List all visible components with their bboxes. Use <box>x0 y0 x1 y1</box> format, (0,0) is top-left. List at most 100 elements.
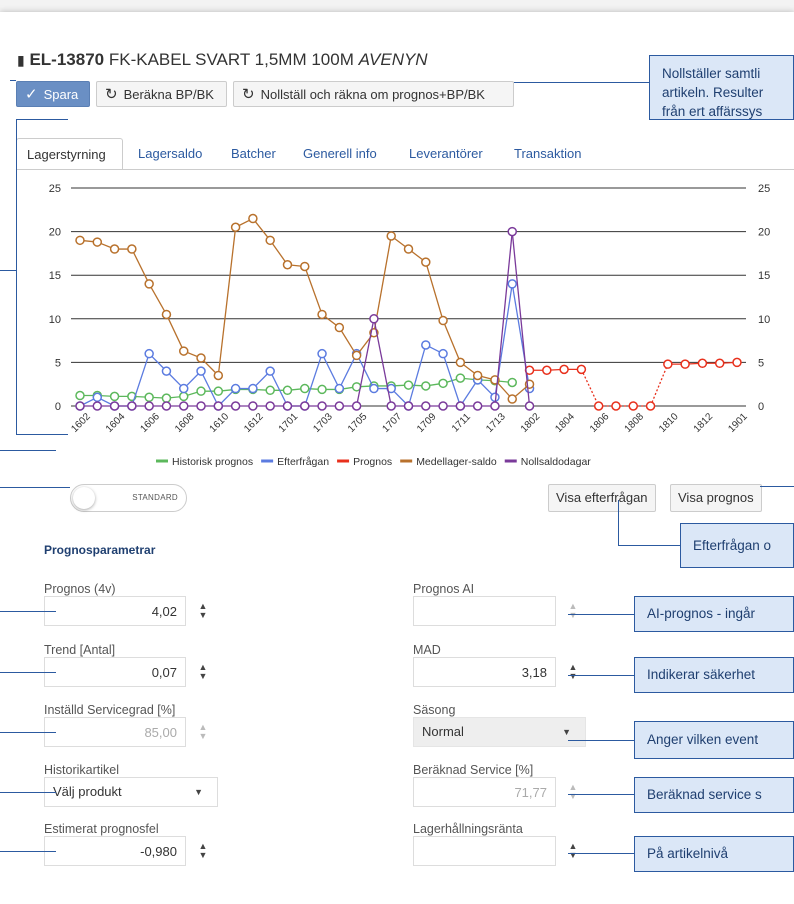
history-article-select[interactable]: Välj produkt ▼ <box>44 777 218 807</box>
tab-lagersaldo[interactable]: Lagersaldo <box>128 138 212 170</box>
series-segment <box>321 353 340 389</box>
ai-forecast-stepper[interactable]: ▲ ▼ <box>559 596 587 626</box>
callout-line <box>0 732 56 733</box>
callout-line <box>0 450 56 451</box>
mad-input[interactable]: 3,18 <box>413 657 556 687</box>
data-point <box>455 373 466 383</box>
y-tick-label-right: 15 <box>758 270 770 282</box>
service-level-stepper[interactable]: ▲ ▼ <box>189 717 217 747</box>
data-point <box>680 359 690 369</box>
data-point <box>507 279 517 289</box>
tab-batcher[interactable]: Batcher <box>221 138 286 170</box>
data-point <box>213 386 224 396</box>
x-tick-label: 1709 <box>415 411 439 435</box>
data-point <box>697 358 708 369</box>
service-level-input[interactable]: 85,00 <box>44 717 186 747</box>
calc-service-input[interactable]: 71,77 <box>413 777 556 807</box>
x-tick-label: 1608 <box>173 411 197 435</box>
data-point <box>109 401 120 411</box>
x-tick-label: 1701 <box>277 411 301 435</box>
data-point <box>127 401 137 411</box>
data-point <box>421 257 431 267</box>
legend-label: Historisk prognos <box>172 456 253 468</box>
callout-mad: Indikerar säkerhet <box>634 657 794 693</box>
data-point <box>300 383 310 394</box>
mad-label: MAD <box>413 643 441 657</box>
data-point <box>438 315 448 326</box>
data-point <box>196 401 206 411</box>
data-point <box>455 357 466 368</box>
y-tick-label-right: 5 <box>758 357 764 369</box>
tab-transaktion[interactable]: Transaktion <box>504 138 591 170</box>
refresh-icon: ↻ <box>105 86 118 103</box>
legend-label: Efterfrågan <box>277 456 329 468</box>
data-point <box>265 235 275 246</box>
x-tick-label: 1705 <box>346 411 370 435</box>
toggle-knob[interactable] <box>73 487 95 509</box>
data-point <box>334 401 345 411</box>
season-label: Säsong <box>413 703 456 717</box>
callout-line <box>618 545 680 546</box>
series-segment <box>165 314 185 352</box>
season-select[interactable]: Normal ▼ <box>413 717 586 747</box>
save-button[interactable]: ✓ Spara <box>16 81 90 107</box>
ai-forecast-input[interactable] <box>413 596 556 626</box>
data-point <box>127 244 137 254</box>
show-demand-button[interactable]: Visa efterfrågan <box>548 484 656 512</box>
data-point <box>403 380 414 390</box>
data-point <box>628 401 639 411</box>
y-tick-label-left: 25 <box>49 183 61 195</box>
tab-lagerstyrning[interactable]: Lagerstyrning <box>16 138 123 170</box>
history-article-label: Historikartikel <box>44 763 120 777</box>
stock-chart: 0 0 5 5 10 10 15 15 20 20 25 25 1602 1604 1606 1608 1610… <box>49 183 771 468</box>
series-segment <box>580 369 600 407</box>
callout-line <box>0 672 56 673</box>
series-segment <box>217 227 237 376</box>
calculate-bp-bk-button[interactable]: ↻ Beräkna BP/BK <box>96 81 227 107</box>
toggle-label: STANDARD <box>132 493 178 502</box>
article-brand: AVENYN <box>358 50 428 69</box>
calc-service-stepper[interactable]: ▲ ▼ <box>559 777 587 807</box>
tab-generell-info[interactable]: Generell info <box>293 138 387 170</box>
interest-rate-input[interactable] <box>413 836 556 866</box>
y-tick-label-right: 0 <box>758 401 764 413</box>
data-point <box>75 235 85 246</box>
trend-input[interactable]: 0,07 <box>44 657 186 687</box>
forecast-stepper[interactable]: ▲ ▼ <box>189 596 217 626</box>
data-point <box>75 390 85 401</box>
interest-rate-stepper[interactable]: ▲ ▼ <box>559 836 587 866</box>
data-point <box>196 386 206 396</box>
callout-line <box>16 119 68 120</box>
x-tick-label: 1901 <box>726 411 750 435</box>
x-tick-label: 1703 <box>311 411 335 435</box>
forecast-error-stepper[interactable]: ▲ ▼ <box>189 836 217 866</box>
forecast-error-input[interactable]: -0,980 <box>44 836 186 866</box>
reset-recalculate-button[interactable]: ↻ Nollställ och räkna om prognos+BP/BK <box>233 81 514 107</box>
data-point <box>317 309 327 320</box>
data-point <box>248 213 258 224</box>
data-point <box>213 370 224 381</box>
forecast-input[interactable]: 4,02 <box>44 596 186 626</box>
standard-toggle[interactable]: STANDARD <box>70 484 187 512</box>
data-point <box>109 244 120 254</box>
callout-reset-info: Nollställer samtli artikeln. Resulter fr… <box>649 55 794 120</box>
mad-stepper[interactable]: ▲ ▼ <box>559 657 587 687</box>
callout-line <box>0 270 16 271</box>
y-tick-label-left: 5 <box>55 357 61 369</box>
callout-ai: AI-prognos - ingår <box>634 596 794 632</box>
callout-season: Anger vilken event <box>634 721 794 759</box>
y-tick-label-left: 20 <box>49 227 61 239</box>
data-point <box>300 261 310 272</box>
series-segment <box>131 248 150 285</box>
trend-stepper[interactable]: ▲ ▼ <box>189 657 217 687</box>
refresh-icon: ↻ <box>242 86 255 103</box>
x-tick-label: 1713 <box>484 411 508 435</box>
data-point <box>213 401 224 411</box>
callout-line <box>16 434 68 435</box>
callout-demand: Efterfrågan o <box>680 523 794 568</box>
show-forecast-button[interactable]: Visa prognos <box>670 484 762 512</box>
callout-line <box>514 82 649 83</box>
data-point <box>282 385 293 396</box>
data-point <box>369 314 379 324</box>
tab-leverantorer[interactable]: Leverantörer <box>399 138 493 170</box>
